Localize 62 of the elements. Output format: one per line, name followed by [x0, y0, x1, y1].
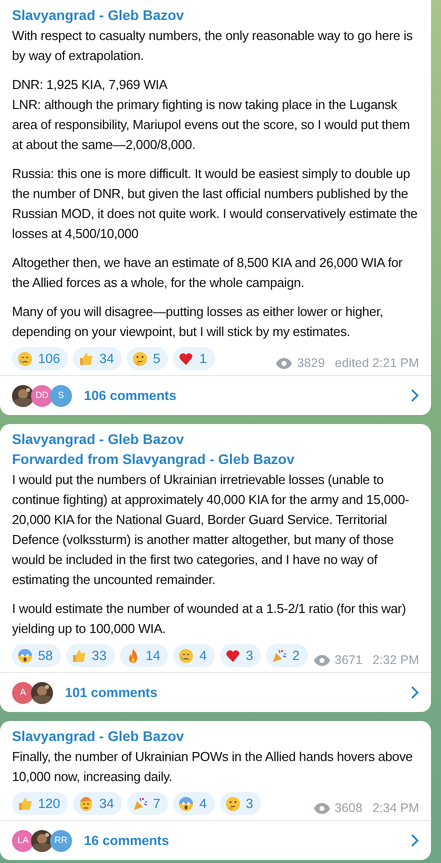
message-text: Finally, the number of Ukrainian POWs in the Allied hands hovers above 10,000 now, increasing daily. [12, 748, 414, 786]
user-avatar: A [12, 682, 34, 704]
channel-name[interactable]: Slavyangrad - Gleb Bazov [12, 429, 419, 449]
emoji-icon [132, 350, 148, 366]
user-avatar: DD [31, 384, 53, 406]
chevron-right-icon [411, 389, 419, 402]
user-avatar: RR [50, 830, 72, 852]
reaction-button[interactable]: 34 [73, 347, 122, 370]
reaction-button[interactable]: 3 [220, 792, 262, 815]
message-text: With respect to casualty numbers, the only reasonable way to go here is by way of extrapolation. [12, 27, 414, 65]
emoji-icon [178, 648, 194, 664]
view-count: 3671 [334, 652, 362, 670]
emoji-icon [224, 796, 241, 812]
chevron-right-icon [411, 686, 419, 699]
eye-icon [276, 358, 292, 370]
view-count: 3608 [334, 800, 362, 818]
emoji-icon [17, 796, 33, 812]
emoji-icon [17, 648, 33, 664]
emoji-icon [224, 648, 241, 664]
reaction-button[interactable]: 14 [120, 644, 168, 667]
user-avatar: LA [12, 830, 34, 852]
comments-bar[interactable]: LA RR 16 comments [0, 820, 431, 860]
channel-name[interactable]: Slavyangrad - Gleb Bazov [12, 5, 419, 25]
message-text: I would put the numbers of Ukrainian irretrievable losses (unable to continue fighting) at approximately 40,000 KIA for the army and 15,000-20,000 KIA for the National Guard, Border Guard Service. Territorial Defence (volkssturm) is another matter altogether, but many of those would be included in the first two categories, and I have no way of estimating the uncounted remainder. [12, 471, 410, 589]
reaction-button[interactable]: 120 [12, 792, 68, 815]
forwarded-from-label[interactable]: Forwarded from Slavyangrad - Gleb Bazov [12, 449, 419, 469]
emoji-icon [178, 796, 194, 812]
emoji-icon [78, 796, 94, 812]
message-text: Altogether then, we have an estimate of 8,500 KIA and 26,000 WIA for the Allied forces as a whole, for the whole campaign. [12, 254, 404, 292]
emoji-icon [132, 796, 148, 812]
eye-icon [314, 803, 330, 814]
reaction-button[interactable]: 33 [66, 644, 115, 667]
message-text: DNR: 1,925 KIA, 7,969 WIA [12, 76, 168, 94]
message-time: 2:32 PM [372, 652, 419, 670]
message-time: edited 2:21 PM [334, 355, 419, 372]
message-text: LNR: although the primary fighting is now taking place in the Lugansk area of responsibility, Mariupol evens out the score, so I would put them at about the same—2,000/8,000. [12, 96, 411, 154]
reaction-button[interactable]: 3 [220, 644, 262, 667]
eye-icon [314, 655, 330, 666]
user-avatar: S [50, 384, 72, 406]
comments-bar[interactable]: DD S 106 comments [0, 375, 431, 415]
view-count: 3829 [297, 355, 325, 372]
reaction-button[interactable]: 4 [173, 644, 215, 667]
reaction-button[interactable]: 2 [266, 644, 308, 667]
message-text: Russia: this one is more difficult. It would be easiest simply to double up the number of DNR, but given the last official numbers published by the Russian MOD, it does not quite work. I would conservatively estimate the losses at 4,500/10,000 [12, 165, 418, 243]
reaction-button[interactable]: 4 [173, 792, 215, 815]
reaction-button[interactable]: 34 [73, 792, 122, 815]
comments-bar[interactable]: A 101 comments [0, 672, 431, 712]
chevron-right-icon [411, 834, 419, 847]
reaction-button[interactable]: 1 [173, 347, 215, 370]
reaction-button[interactable]: 7 [126, 792, 168, 815]
reaction-button[interactable]: 106 [12, 347, 68, 370]
message-time: 2:34 PM [372, 800, 419, 818]
reaction-button[interactable]: 58 [12, 644, 61, 667]
emoji-icon [17, 350, 33, 366]
emoji-icon [178, 350, 194, 366]
reaction-button[interactable]: 5 [126, 347, 168, 370]
message-text: Many of you will disagree—putting losses as either lower or higher, depending on your viewpoint, but I will stick by my estimates. [12, 303, 384, 341]
emoji-icon [78, 350, 94, 366]
channel-name[interactable]: Slavyangrad - Gleb Bazov [12, 726, 419, 746]
emoji-icon [70, 648, 87, 664]
emoji-icon [271, 648, 288, 664]
message-text: I would estimate the number of wounded at a 1.5-2/1 ratio (for this war) yielding up to 100,000 WIA. [12, 600, 407, 638]
